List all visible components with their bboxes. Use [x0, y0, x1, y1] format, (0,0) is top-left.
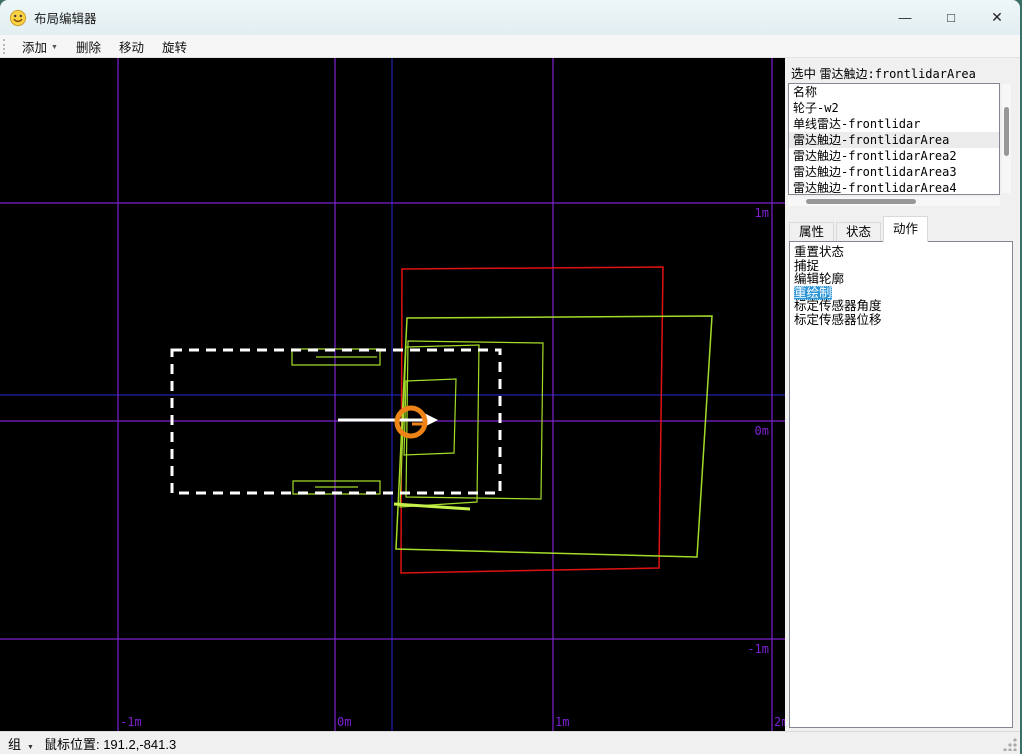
toolbar: 添加 ▼ 删除 移动 旋转	[0, 35, 1020, 58]
selection-value: 雷达触边:frontlidarArea	[819, 67, 976, 81]
name-list-item[interactable]: 单线雷达-frontlidar	[789, 116, 999, 132]
name-list-header: 名称	[793, 85, 818, 99]
grid-label-x: 2m	[774, 715, 785, 729]
group-label: 组	[8, 736, 22, 752]
name-list-item[interactable]: 轮子-w2	[789, 100, 999, 116]
mouse-position-value: 191.2,-841.3	[103, 736, 177, 752]
name-list-vscrollbar[interactable]	[1002, 84, 1011, 193]
radar-area-red	[400, 266, 664, 574]
toolbar-buttons: 添加 ▼ 删除 移动 旋转	[13, 35, 196, 57]
titlebar: 布局编辑器 — □ ✕	[0, 0, 1020, 35]
grid-label-y: 1m	[755, 206, 769, 220]
maximize-button[interactable]: □	[928, 0, 974, 35]
name-list: 名称 轮子-w2 单线雷达-frontlidar 雷达触边-frontlidarAre…	[788, 83, 1000, 195]
grid-label-x: 0m	[337, 715, 351, 729]
window-controls: — □ ✕	[882, 0, 1020, 35]
action-item[interactable]: 捕捉	[794, 259, 819, 273]
toolbar-button-添加[interactable]: 添加 ▼	[13, 35, 67, 57]
tab-状态[interactable]: 状态	[836, 222, 882, 242]
action-item[interactable]: 重绘制	[794, 285, 832, 300]
close-button[interactable]: ✕	[974, 0, 1020, 35]
name-list-item[interactable]: 雷达触边-frontlidarArea3	[789, 164, 999, 180]
toolbar-gripper[interactable]	[3, 38, 8, 54]
right-panel: 选中 雷达触边:frontlidarArea 名称 轮子-w2 单线雷达-front…	[785, 58, 1020, 731]
toolbar-button-移动[interactable]: 移动	[110, 35, 153, 57]
radar-area-green-inner	[399, 344, 480, 508]
name-list-hscrollbar[interactable]	[788, 197, 1000, 206]
panel-tabs: 属性 状态 动作	[789, 216, 930, 242]
tab-属性[interactable]: 属性	[789, 222, 835, 242]
radar-area-green-large	[395, 315, 713, 558]
mouse-position-label: 鼠标位置:	[43, 736, 100, 752]
canvas-svg: 1m 0m -1m -1m 0m 1m 2m	[0, 58, 788, 731]
window-title: 布局编辑器	[34, 12, 97, 26]
status-bar: 组 ▼ 鼠标位置: 191.2,-841.3	[0, 731, 1020, 754]
selection-label: 选中 雷达触边:frontlidarArea	[791, 63, 976, 82]
window: 布局编辑器 — □ ✕ 添加 ▼ 删除 移动 旋转 1m 0m -1m -1m 0m 1m 2m 选…	[0, 0, 1020, 754]
grid-label-x: -1m	[120, 715, 142, 729]
action-item[interactable]: 重置状态	[794, 245, 844, 259]
action-item[interactable]: 标定传感器角度	[794, 299, 882, 313]
resize-grip[interactable]	[1003, 737, 1017, 751]
tab-动作[interactable]: 动作	[883, 216, 929, 242]
name-list-item[interactable]: 雷达触边-frontlidarArea	[789, 132, 999, 148]
chevron-down-icon: ▼	[27, 743, 34, 751]
grid-label-x: 1m	[555, 715, 569, 729]
hscrollbar-thumb[interactable]	[806, 199, 916, 204]
name-list-item[interactable]: 雷达触边-frontlidarArea4	[789, 180, 999, 194]
vscrollbar-thumb[interactable]	[1004, 107, 1009, 156]
action-item[interactable]: 标定传感器位移	[794, 313, 882, 327]
minimize-button[interactable]: —	[882, 0, 928, 35]
action-item[interactable]: 编辑轮廓	[794, 272, 844, 286]
mouse-position: 鼠标位置: 191.2,-841.3	[44, 734, 176, 753]
action-list: 重置状态 捕捉 编辑轮廓 重绘制 标定传感器角度 标定传感器位移	[789, 241, 1013, 728]
name-list-item[interactable]: 雷达触边-frontlidarArea2	[789, 148, 999, 164]
group-dropdown[interactable]: 组 ▼	[8, 734, 44, 753]
toolbar-button-旋转[interactable]: 旋转	[153, 35, 196, 57]
selection-prefix: 选中	[791, 67, 817, 81]
grid-label-y: -1m	[747, 642, 769, 656]
toolbar-button-删除[interactable]: 删除	[67, 35, 110, 57]
app-icon	[9, 9, 27, 26]
grid-label-y: 0m	[755, 424, 769, 438]
chevron-down-icon: ▼	[51, 43, 58, 51]
layout-canvas[interactable]: 1m 0m -1m -1m 0m 1m 2m	[0, 58, 788, 731]
